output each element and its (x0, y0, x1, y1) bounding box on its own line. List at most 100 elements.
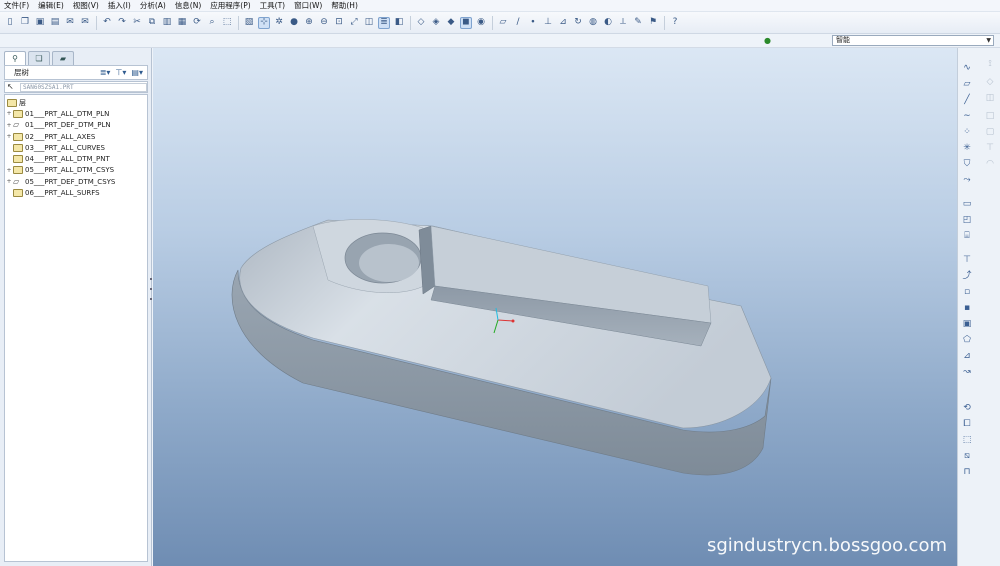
shading-icon[interactable]: ◼ (460, 16, 472, 29)
undo-icon[interactable]: ↶ (101, 17, 113, 29)
hole-icon[interactable]: ⊤ (961, 254, 973, 266)
expand-icon[interactable]: + (5, 167, 13, 174)
trim-icon[interactable]: ⬚ (961, 434, 973, 446)
chamfer-icon[interactable]: ⬠ (961, 334, 973, 346)
expand-icon[interactable]: + (5, 178, 13, 185)
layer-tree-item[interactable]: +05___PRT_ALL_DTM_CSYS (5, 165, 147, 176)
dim-sheet-icon[interactable]: ◠ (984, 158, 996, 170)
selection-filter-select[interactable]: 智能 ▼ (832, 35, 994, 46)
annotation-icon[interactable]: ⚑ (647, 17, 659, 29)
dim-plane-icon[interactable]: ◫ (984, 92, 996, 104)
folder-tab-icon[interactable]: ▰ (52, 51, 74, 65)
datum-point-icon[interactable]: ∙ (527, 17, 539, 29)
no-hidden-icon[interactable]: ◆ (445, 17, 457, 29)
revolve-icon[interactable]: ◰ (961, 214, 973, 226)
menu-item-1[interactable]: 编辑(E) (38, 0, 64, 11)
layer-tree-item[interactable]: 03___PRT_ALL_CURVES (5, 142, 147, 153)
layer-tree-root[interactable]: 层 (5, 97, 147, 108)
zoom-in-icon[interactable]: ⊕ (303, 17, 315, 29)
cut-icon[interactable]: ✂ (131, 17, 143, 29)
layer-tree-item[interactable]: + ▱ 05___PRT_DEF_DTM_CSYS (5, 176, 147, 187)
measure-icon[interactable]: ⟂ (617, 17, 629, 29)
selection-box-icon[interactable]: ⬚ (221, 17, 233, 29)
enhanced-realism-icon[interactable]: ◉ (475, 17, 487, 29)
dim-axis-icon[interactable]: ◇ (984, 76, 996, 88)
saved-views-icon[interactable]: ◫ (363, 17, 375, 29)
appearance-icon[interactable]: ◧ (393, 17, 405, 29)
menu-item-0[interactable]: 文件(F) (4, 0, 29, 11)
layer-display-icon[interactable]: ≣▾ (100, 68, 111, 77)
round-icon[interactable]: ▣ (961, 318, 973, 330)
paste-special-icon[interactable]: ▦ (176, 17, 188, 29)
send-icon[interactable]: ✉ (64, 17, 76, 29)
reorient-icon[interactable]: ⤢ (348, 17, 360, 29)
save-icon[interactable]: ▣ (34, 17, 46, 29)
regenerate-icon[interactable]: ⟳ (191, 17, 203, 29)
datum-axis-icon[interactable]: ∕ (512, 17, 524, 29)
offset-icon[interactable]: ⧅ (961, 450, 973, 462)
redo-icon[interactable]: ↷ (116, 17, 128, 29)
curve-icon[interactable]: ∼ (961, 110, 973, 122)
chevron-down-icon[interactable]: ▼ (986, 36, 991, 45)
refit-icon[interactable]: ⊡ (333, 17, 345, 29)
spin-icon[interactable]: ↻ (572, 17, 584, 29)
orient-icon[interactable]: ✲ (273, 17, 285, 29)
model-tree-tab-icon[interactable]: ❏ (28, 51, 50, 65)
variable-sweep-icon[interactable]: ⌸ (961, 230, 973, 242)
layer-tree-item[interactable]: +02___PRT_ALL_AXES (5, 131, 147, 142)
boundary-icon[interactable]: ⊿ (961, 350, 973, 362)
texture-icon[interactable]: ◍ (587, 17, 599, 29)
csys-icon[interactable]: ✳ (961, 142, 973, 154)
zoom-out-icon[interactable]: ⊖ (318, 17, 330, 29)
context-help-icon[interactable]: ? (669, 17, 681, 29)
sketch-icon[interactable]: ∿ (961, 62, 973, 74)
display-style-icon[interactable]: ● (288, 17, 300, 29)
menu-item-5[interactable]: 信息(N) (175, 0, 201, 11)
analysis-icon[interactable]: ⛉ (961, 158, 973, 170)
repaint-icon[interactable]: ▧ (243, 17, 255, 29)
draft-icon[interactable]: ▪ (961, 302, 973, 314)
layer-tab-icon[interactable]: ⚲ (4, 51, 26, 65)
dim-rect-icon[interactable]: ▢ (984, 126, 996, 138)
menu-item-2[interactable]: 视图(V) (73, 0, 99, 11)
style-icon[interactable]: ↝ (961, 366, 973, 378)
graphics-window[interactable]: sgindustrycn.bossgoo.com (153, 48, 957, 566)
menu-item-3[interactable]: 插入(I) (108, 0, 131, 11)
settings-icon[interactable]: ▤▾ (131, 68, 143, 77)
menu-item-8[interactable]: 窗口(W) (294, 0, 322, 11)
menu-item-6[interactable]: 应用程序(P) (210, 0, 250, 11)
extrude-icon[interactable]: ▭ (961, 198, 973, 210)
dim-box-icon[interactable]: □ (984, 110, 996, 122)
print-icon[interactable]: ▤ (49, 17, 61, 29)
paste-icon[interactable]: ▥ (161, 17, 173, 29)
layer-tree-item[interactable]: 06___PRT_ALL_SURFS (5, 187, 147, 198)
show-icon[interactable]: ⊤▾ (115, 68, 126, 77)
merge-icon[interactable]: ⧠ (961, 418, 973, 430)
part-model[interactable] (153, 48, 957, 566)
wireframe-icon[interactable]: ◇ (415, 17, 427, 29)
blend-icon[interactable]: ⤳ (961, 174, 973, 186)
expand-icon[interactable]: + (5, 122, 13, 129)
annotations-icon[interactable]: ⊿ (557, 17, 569, 29)
menu-item-7[interactable]: 工具(T) (260, 0, 285, 11)
dim-datum-icon[interactable]: ⟟ (984, 58, 996, 70)
datum-plane-icon[interactable]: ▱ (961, 78, 973, 90)
datum-plane-icon[interactable]: ▱ (497, 17, 509, 29)
color-icon[interactable]: ◐ (602, 17, 614, 29)
menu-item-4[interactable]: 分析(A) (140, 0, 166, 11)
new-icon[interactable]: ▯ (4, 17, 16, 29)
datum-axis-icon[interactable]: ╱ (961, 94, 973, 106)
layer-tree-item[interactable]: +01___PRT_ALL_DTM_PLN (5, 108, 147, 119)
open-icon[interactable]: ❐ (19, 17, 31, 29)
spin-center-icon[interactable]: ⊹ (258, 16, 270, 29)
layer-tree-item[interactable]: 04___PRT_ALL_DTM_PNT (5, 153, 147, 164)
sketch-icon[interactable]: ✎ (632, 17, 644, 29)
layer-tree-item[interactable]: + ▱ 01___PRT_DEF_DTM_PLN (5, 120, 147, 131)
shell-icon[interactable]: ⤴ (961, 270, 973, 282)
thicken-icon[interactable]: ⊓ (961, 466, 973, 478)
expand-icon[interactable]: + (5, 133, 13, 140)
find-icon[interactable]: ⌕ (206, 17, 218, 29)
rib-icon[interactable]: ▫ (961, 286, 973, 298)
active-model-field[interactable]: SAN60SZSA1.PRT (20, 83, 147, 92)
copy-icon[interactable]: ⧉ (146, 17, 158, 29)
